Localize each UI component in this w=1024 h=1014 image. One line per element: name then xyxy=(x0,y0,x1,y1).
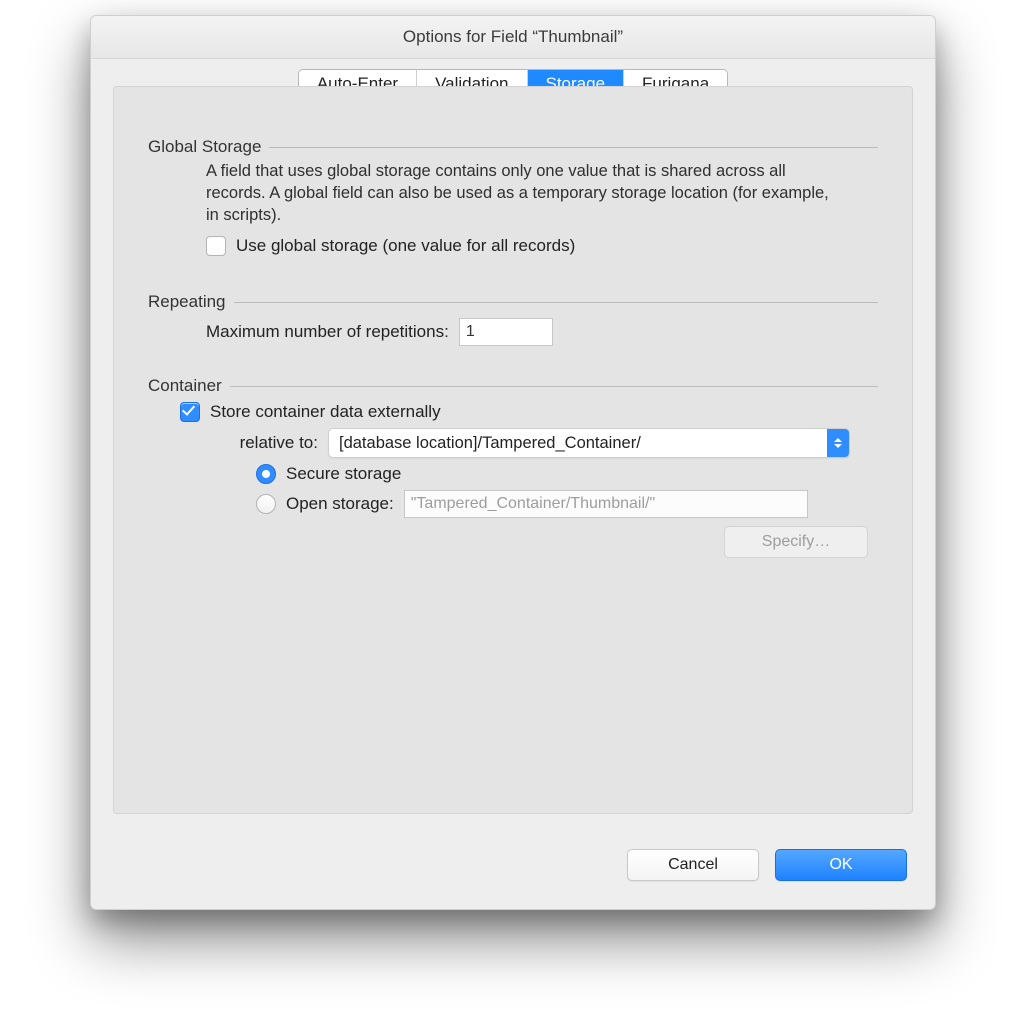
chevron-down-icon xyxy=(834,444,842,448)
secure-storage-row: Secure storage xyxy=(256,464,878,484)
divider xyxy=(234,302,878,303)
store-external-row: Store container data externally xyxy=(180,402,878,422)
specify-row: Specify… xyxy=(148,526,878,558)
open-storage-radio[interactable] xyxy=(256,494,276,514)
section-global-storage: Global Storage xyxy=(148,137,878,157)
global-storage-checkbox[interactable] xyxy=(206,236,226,256)
section-global-storage-label: Global Storage xyxy=(148,137,261,157)
repetitions-input[interactable] xyxy=(459,318,553,346)
repetitions-label: Maximum number of repetitions: xyxy=(206,322,449,342)
relative-to-row: relative to: [database location]/Tampere… xyxy=(218,428,878,458)
section-container-label: Container xyxy=(148,376,222,396)
relative-to-popup[interactable]: [database location]/Tampered_Container/ xyxy=(328,428,850,458)
global-storage-description: A field that uses global storage contain… xyxy=(206,161,846,226)
global-storage-checkbox-label: Use global storage (one value for all re… xyxy=(236,236,575,256)
relative-to-label: relative to: xyxy=(218,433,318,453)
specify-button: Specify… xyxy=(724,526,868,558)
repeating-row: Maximum number of repetitions: xyxy=(206,318,878,346)
dialog-title: Options for Field “Thumbnail” xyxy=(91,16,935,59)
open-storage-row: Open storage: xyxy=(256,490,878,518)
popup-stepper-icon xyxy=(827,429,849,457)
storage-panel: Global Storage A field that uses global … xyxy=(113,86,913,814)
store-external-label: Store container data externally xyxy=(210,402,441,422)
relative-to-value: [database location]/Tampered_Container/ xyxy=(329,434,827,453)
chevron-up-icon xyxy=(834,438,842,442)
open-storage-path-input xyxy=(404,490,808,518)
divider xyxy=(269,147,878,148)
dialog-footer: Cancel OK xyxy=(627,849,907,881)
field-options-dialog: Options for Field “Thumbnail” Auto-Enter… xyxy=(90,15,936,910)
divider xyxy=(230,386,878,387)
store-external-checkbox[interactable] xyxy=(180,402,200,422)
section-container: Container xyxy=(148,376,878,396)
ok-button[interactable]: OK xyxy=(775,849,907,881)
secure-storage-radio[interactable] xyxy=(256,464,276,484)
global-storage-row: Use global storage (one value for all re… xyxy=(206,236,878,256)
secure-storage-label: Secure storage xyxy=(286,464,401,484)
section-repeating-label: Repeating xyxy=(148,292,226,312)
cancel-button[interactable]: Cancel xyxy=(627,849,759,881)
open-storage-label: Open storage: xyxy=(286,494,394,514)
section-repeating: Repeating xyxy=(148,292,878,312)
